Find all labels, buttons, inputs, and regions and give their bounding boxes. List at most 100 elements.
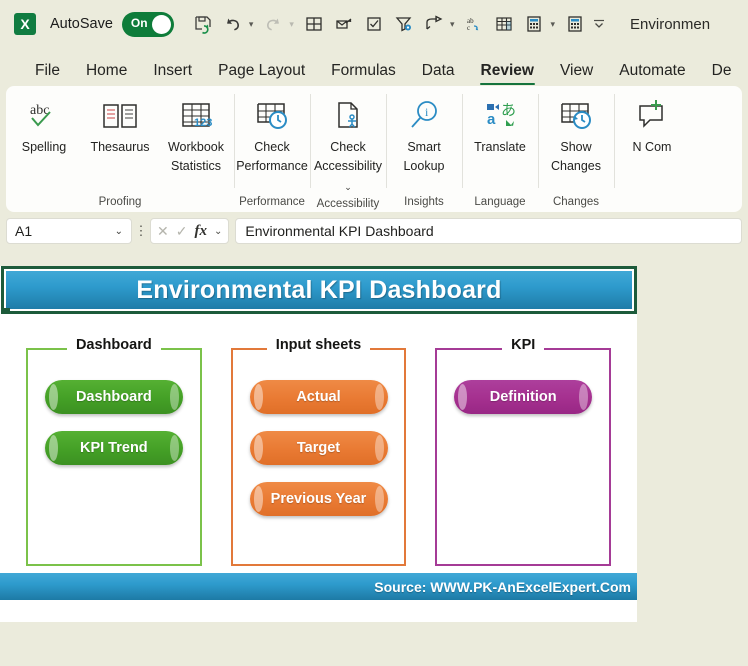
panel-title-input-sheets: Input sheets bbox=[223, 337, 415, 353]
formula-input[interactable]: Environmental KPI Dashboard bbox=[235, 218, 742, 244]
ribbon-group-comments: N Com bbox=[614, 86, 690, 212]
ribbon-group-label-proofing: Proofing bbox=[98, 196, 142, 208]
calculator-icon[interactable] bbox=[519, 7, 549, 41]
name-box[interactable]: A1 ⌄ bbox=[6, 218, 132, 244]
ribbon-button-workbook-statistics[interactable]: 123 Workbook Statistics bbox=[158, 92, 234, 177]
ribbon-label-check-performance: Check Performance bbox=[236, 140, 308, 174]
customize-qat-icon[interactable] bbox=[590, 7, 612, 41]
ribbon-group-proofing: abc Spelling Thesaurus 123 Workbook Stat… bbox=[6, 86, 234, 212]
nav-button-dashboard-label: Dashboard bbox=[75, 389, 152, 405]
panel-body-dashboard: Dashboard KPI Trend bbox=[26, 362, 202, 566]
tab-insert[interactable]: Insert bbox=[140, 62, 205, 86]
spelling-abc-icon[interactable]: ab c bbox=[459, 7, 489, 41]
panel-body-kpi: Definition bbox=[435, 362, 611, 566]
ribbon-button-check-performance[interactable]: Check Performance bbox=[234, 92, 310, 177]
attach-send-icon[interactable] bbox=[329, 7, 359, 41]
ribbon-tab-bar: File Home Insert Page Layout Formulas Da… bbox=[0, 48, 748, 86]
spelling-abc-check-icon: abc bbox=[24, 97, 64, 137]
confirm-check-icon[interactable]: ✓ bbox=[176, 223, 188, 240]
chevron-down-icon[interactable]: ⌄ bbox=[115, 226, 123, 237]
calculator-dropdown-chevron-down-icon[interactable]: ▾ bbox=[549, 7, 560, 41]
filter-settings-icon[interactable] bbox=[389, 7, 419, 41]
redo-dropdown-chevron-down-icon: ▾ bbox=[289, 18, 294, 29]
ribbon-button-show-changes[interactable]: Show Changes bbox=[538, 92, 614, 177]
ribbon-group-accessibility: Check Accessibility ⌄ Accessibility bbox=[310, 86, 386, 212]
table-grid-icon[interactable] bbox=[299, 7, 329, 41]
ribbon-button-translate[interactable]: aあ Translate bbox=[462, 92, 538, 157]
ribbon-label-smart-lookup: Smart Lookup bbox=[403, 140, 445, 174]
autosave-toggle-knob bbox=[151, 14, 171, 34]
ribbon-group-label-comments bbox=[614, 206, 690, 208]
checkbox-icon[interactable] bbox=[359, 7, 389, 41]
cancel-x-icon[interactable]: ✕ bbox=[157, 223, 169, 240]
tab-page-layout[interactable]: Page Layout bbox=[205, 62, 318, 86]
formula-bar-more-icon[interactable]: ⋮ bbox=[132, 224, 150, 237]
ribbon-group-label-accessibility: Accessibility bbox=[316, 198, 380, 211]
ribbon-button-new-comment[interactable]: N Com bbox=[614, 92, 690, 157]
ribbon-group-label-performance: Performance bbox=[239, 196, 305, 208]
check-accessibility-icon bbox=[328, 97, 368, 137]
formula-bar: A1 ⌄ ⋮ ✕ ✓ fx ⌄ Environmental KPI Dashbo… bbox=[0, 212, 748, 250]
ribbon-button-check-accessibility[interactable]: Check Accessibility ⌄ bbox=[310, 92, 386, 196]
ribbon-label-workbook-statistics: Workbook Statistics bbox=[167, 140, 225, 174]
tab-view[interactable]: View bbox=[547, 62, 606, 86]
check-performance-icon bbox=[252, 97, 292, 137]
document-title: Environmen bbox=[630, 15, 711, 33]
calculator-sheet-icon[interactable] bbox=[560, 7, 590, 41]
panel-title-input-sheets-text: Input sheets bbox=[266, 337, 371, 353]
ribbon-content: abc Spelling Thesaurus 123 Workbook Stat… bbox=[6, 86, 742, 212]
tab-home[interactable]: Home bbox=[73, 62, 140, 86]
tab-review[interactable]: Review bbox=[468, 62, 547, 86]
nav-button-target[interactable]: Target bbox=[249, 431, 388, 465]
svg-text:c: c bbox=[467, 24, 470, 32]
panel-title-dashboard-text: Dashboard bbox=[66, 337, 161, 353]
dashboard-banner: Environmental KPI Dashboard bbox=[6, 271, 632, 309]
tab-developer[interactable]: De bbox=[699, 62, 745, 86]
nav-button-kpi-trend[interactable]: KPI Trend bbox=[44, 431, 183, 465]
panel-input-sheets: Input sheets Actual Target Previous Year bbox=[223, 337, 415, 574]
tab-data[interactable]: Data bbox=[409, 62, 468, 86]
ribbon-label-thesaurus: Thesaurus bbox=[90, 140, 150, 154]
freeze-panes-icon[interactable] bbox=[489, 7, 519, 41]
nav-button-actual[interactable]: Actual bbox=[249, 380, 388, 414]
autosave-toggle[interactable]: On bbox=[121, 11, 174, 37]
worksheet-canvas: Environmental KPI Dashboard Dashboard Da… bbox=[0, 266, 637, 622]
chevron-down-icon[interactable]: ⌄ bbox=[344, 182, 352, 192]
nav-button-definition[interactable]: Definition bbox=[454, 380, 593, 414]
workbook-statistics-icon: 123 bbox=[176, 97, 216, 137]
new-comment-icon bbox=[632, 97, 672, 137]
nav-button-previous-year[interactable]: Previous Year bbox=[249, 482, 388, 516]
ribbon-button-thesaurus[interactable]: Thesaurus bbox=[82, 92, 158, 157]
ribbon-label-show-changes: Show Changes bbox=[550, 140, 602, 174]
ribbon-button-spelling[interactable]: abc Spelling bbox=[6, 92, 82, 157]
insert-function-fx-icon[interactable]: fx bbox=[194, 223, 207, 240]
ribbon-label-spelling: Spelling bbox=[21, 140, 67, 154]
panel-title-kpi: KPI bbox=[427, 337, 619, 353]
tab-automate[interactable]: Automate bbox=[606, 62, 698, 86]
save-icon[interactable] bbox=[188, 7, 218, 41]
thesaurus-book-icon bbox=[100, 97, 140, 137]
formula-action-group: ✕ ✓ fx ⌄ bbox=[150, 218, 230, 244]
share-icon[interactable] bbox=[419, 7, 449, 41]
smart-lookup-icon: i bbox=[404, 97, 444, 137]
share-dropdown-chevron-down-icon[interactable]: ▾ bbox=[449, 7, 460, 41]
tab-file[interactable]: File bbox=[22, 62, 73, 86]
undo-dropdown-chevron-down-icon[interactable]: ▾ bbox=[248, 7, 259, 41]
autosave-toggle-state: On bbox=[130, 15, 148, 30]
undo-icon[interactable] bbox=[218, 7, 248, 41]
nav-button-target-label: Target bbox=[296, 440, 341, 456]
selected-cell-a1[interactable]: Environmental KPI Dashboard bbox=[1, 266, 637, 314]
panel-title-kpi-text: KPI bbox=[502, 337, 545, 353]
nav-button-dashboard[interactable]: Dashboard bbox=[44, 380, 183, 414]
fill-handle[interactable] bbox=[4, 308, 10, 314]
tab-formulas[interactable]: Formulas bbox=[318, 62, 409, 86]
ribbon-label-translate: Translate bbox=[474, 140, 526, 154]
svg-text:a: a bbox=[487, 111, 496, 128]
chevron-down-icon[interactable]: ⌄ bbox=[214, 226, 222, 237]
nav-button-previous-year-label: Previous Year bbox=[270, 491, 367, 507]
ribbon-group-performance: Check Performance Performance bbox=[234, 86, 310, 212]
svg-text:i: i bbox=[425, 105, 429, 119]
ribbon-group-changes: Show Changes Changes bbox=[538, 86, 614, 212]
ribbon-group-label-language: Language bbox=[474, 196, 526, 208]
ribbon-button-smart-lookup[interactable]: i Smart Lookup bbox=[386, 92, 462, 177]
